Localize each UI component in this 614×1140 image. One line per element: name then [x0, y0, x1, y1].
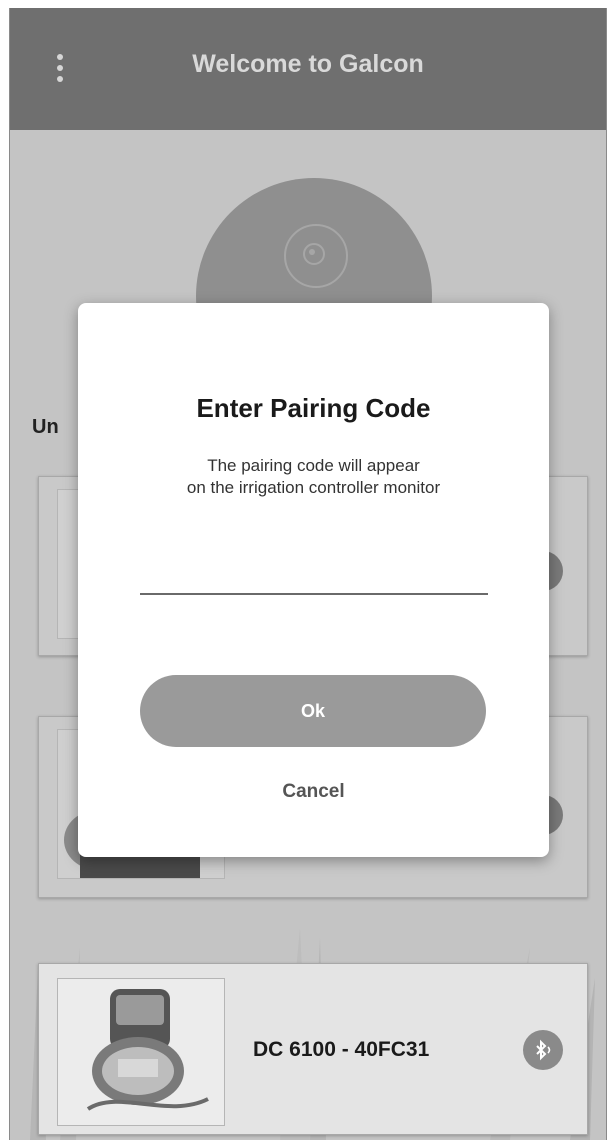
dialog-title: Enter Pairing Code — [196, 393, 431, 423]
dialog-message-line-2: on the irrigation controller monitor — [186, 478, 441, 497]
ok-button[interactable]: Ok — [140, 675, 486, 747]
pairing-code-input[interactable] — [140, 553, 488, 595]
dialog-message-line-1: The pairing code will appear — [207, 456, 420, 475]
dialog-message: The pairing code will appear on the irri… — [78, 455, 549, 499]
pairing-dialog: Enter Pairing Code The pairing code will… — [78, 303, 549, 857]
app-screen: Welcome to Galcon Un DC 6100 - 40FC31 En… — [9, 8, 607, 1140]
cancel-button[interactable]: Cancel — [78, 781, 549, 803]
